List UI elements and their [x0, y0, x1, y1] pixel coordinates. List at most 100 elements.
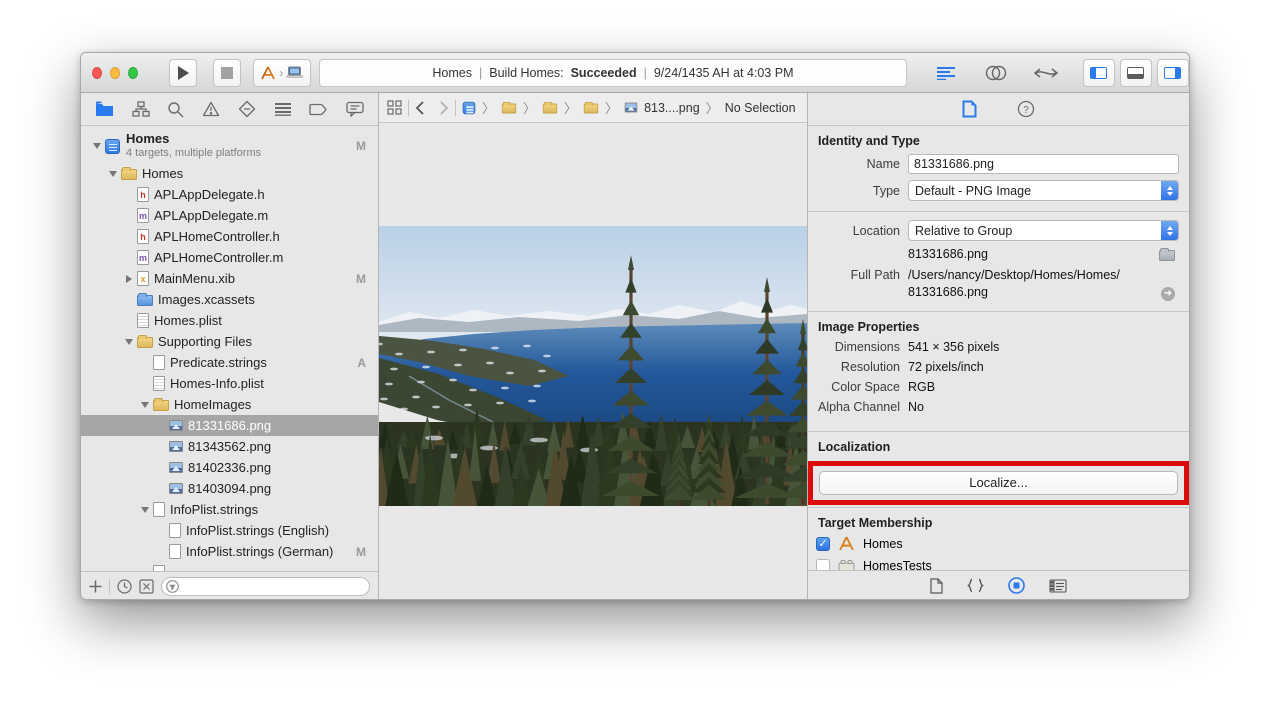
open-in-finder-arrow-icon[interactable]: ➔ [1161, 287, 1175, 301]
toggle-debug-area-button[interactable] [1120, 59, 1152, 87]
code-snippet-library-icon[interactable] [967, 578, 984, 593]
breadcrumb-file[interactable]: 813....png [644, 101, 700, 115]
project-navigator-tab[interactable] [95, 101, 114, 117]
breadcrumb-folder-icon[interactable] [584, 104, 598, 114]
forward-button[interactable] [439, 101, 449, 115]
choose-location-folder-icon[interactable] [1159, 250, 1175, 261]
add-file-button[interactable] [89, 580, 102, 593]
file-row[interactable]: 81403094.png [81, 478, 378, 499]
header-file-icon [137, 187, 149, 202]
recent-files-filter-icon[interactable] [117, 579, 132, 594]
breadcrumb-selection[interactable]: No Selection [725, 101, 796, 115]
localize-button[interactable]: Localize... [819, 471, 1178, 495]
divider [408, 100, 409, 116]
source-file-icon [137, 250, 149, 265]
file-row[interactable]: APLAppDelegate.h [81, 184, 378, 205]
type-dropdown[interactable]: Default - PNG Image [908, 180, 1179, 201]
folder-icon [153, 400, 169, 411]
navigator-pane-icon [1090, 67, 1107, 79]
standard-editor-button[interactable] [921, 59, 971, 87]
name-field[interactable] [908, 154, 1179, 174]
filter-input[interactable] [161, 577, 370, 596]
related-items-icon[interactable] [387, 100, 402, 115]
file-template-library-icon[interactable] [930, 578, 943, 594]
group-row-infoplist[interactable]: InfoPlist.strings [81, 499, 378, 520]
row-label: Supporting Files [158, 334, 252, 349]
close-window-button[interactable] [92, 67, 102, 79]
report-navigator-tab[interactable] [346, 101, 364, 117]
file-row[interactable]: InfoPlist.strings (German) M [81, 541, 378, 562]
file-row[interactable]: InfoPlist.strings (English) [81, 520, 378, 541]
row-label: APLHomeController.h [154, 229, 280, 244]
file-row[interactable]: Homes.plist [81, 310, 378, 331]
divider [808, 211, 1189, 212]
object-library-icon[interactable] [1008, 577, 1025, 594]
disclosure-triangle-icon[interactable] [121, 339, 137, 345]
version-editor-button[interactable] [1021, 59, 1071, 87]
folder-icon [137, 337, 153, 348]
location-dropdown[interactable]: Relative to Group [908, 220, 1179, 241]
chevron-right-icon: 〉 [523, 98, 536, 117]
file-row[interactable]: Homes-Info.plist [81, 373, 378, 394]
file-row[interactable]: APLHomeController.m [81, 247, 378, 268]
breadcrumb-project-icon[interactable] [463, 101, 476, 114]
divider [455, 100, 456, 116]
disclosure-triangle-icon[interactable] [121, 275, 137, 283]
resolution-value: 72 pixels/inch [908, 360, 984, 374]
file-row-selected-png[interactable]: 81331686.png [81, 415, 378, 436]
issue-navigator-tab[interactable] [202, 101, 220, 117]
view-toggle-group [1083, 59, 1189, 87]
toggle-navigator-button[interactable] [1083, 59, 1115, 87]
find-navigator-tab[interactable] [167, 101, 184, 118]
symbol-navigator-tab[interactable] [132, 101, 150, 117]
strings-file-icon [169, 523, 181, 538]
assistant-editor-button[interactable] [971, 59, 1021, 87]
media-library-icon[interactable] [1049, 579, 1067, 593]
breadcrumb-folder-icon[interactable] [502, 104, 516, 114]
toggle-inspector-button[interactable] [1157, 59, 1189, 87]
file-row-xcassets[interactable]: Images.xcassets [81, 289, 378, 310]
resolution-label: Resolution [808, 360, 900, 374]
minimize-window-button[interactable] [110, 67, 120, 79]
build-label: Build Homes: [489, 66, 563, 80]
file-row-mainmenu-xib[interactable]: MainMenu.xib M [81, 268, 378, 289]
file-row[interactable]: APLHomeController.h [81, 226, 378, 247]
group-row-homes[interactable]: Homes [81, 163, 378, 184]
scheme-selector[interactable]: › [253, 59, 311, 87]
group-row-supporting-files[interactable]: Supporting Files [81, 331, 378, 352]
stop-button[interactable] [213, 59, 241, 87]
breakpoint-navigator-tab[interactable] [309, 103, 328, 116]
stepper-icon [1161, 181, 1178, 200]
file-row[interactable]: 81343562.png [81, 436, 378, 457]
disclosure-triangle-icon[interactable] [105, 171, 121, 177]
library-bar [808, 570, 1189, 600]
zoom-window-button[interactable] [128, 67, 138, 79]
row-label: Predicate.strings [170, 355, 267, 370]
test-navigator-tab[interactable] [238, 100, 256, 118]
row-label: MainMenu.xib [154, 271, 235, 286]
file-row[interactable]: Predicate.strings A [81, 352, 378, 373]
file-inspector-tab[interactable] [962, 100, 977, 118]
project-row[interactable]: Homes 4 targets, multiple platforms M [81, 129, 378, 163]
disclosure-triangle-icon[interactable] [137, 507, 153, 513]
run-button[interactable] [169, 59, 197, 87]
filter-icon [166, 580, 179, 593]
back-button[interactable] [415, 101, 425, 115]
disclosure-triangle-icon[interactable] [137, 402, 153, 408]
source-control-filter-icon[interactable] [139, 579, 154, 594]
chevron-right-icon: 〉 [706, 98, 719, 117]
file-row[interactable]: 81402336.png [81, 457, 378, 478]
source-control-badge: M [356, 545, 366, 559]
file-row[interactable]: APLAppDelegate.m [81, 205, 378, 226]
quick-help-tab[interactable]: ? [1017, 100, 1035, 118]
target-row-homes[interactable]: ✓ Homes [808, 533, 1189, 555]
status-project: Homes [432, 66, 472, 80]
disclosure-triangle-icon[interactable] [89, 143, 105, 149]
breadcrumb-folder-icon[interactable] [543, 104, 557, 114]
navigator-filter-bar [81, 571, 378, 600]
desktop: › Homes | Build Homes: Succeeded | 9/24/… [0, 0, 1269, 708]
target-checkbox-checked[interactable]: ✓ [816, 537, 830, 551]
activity-viewer: Homes | Build Homes: Succeeded | 9/24/14… [319, 59, 907, 87]
group-row-homeimages[interactable]: HomeImages [81, 394, 378, 415]
debug-navigator-tab[interactable] [274, 102, 292, 116]
